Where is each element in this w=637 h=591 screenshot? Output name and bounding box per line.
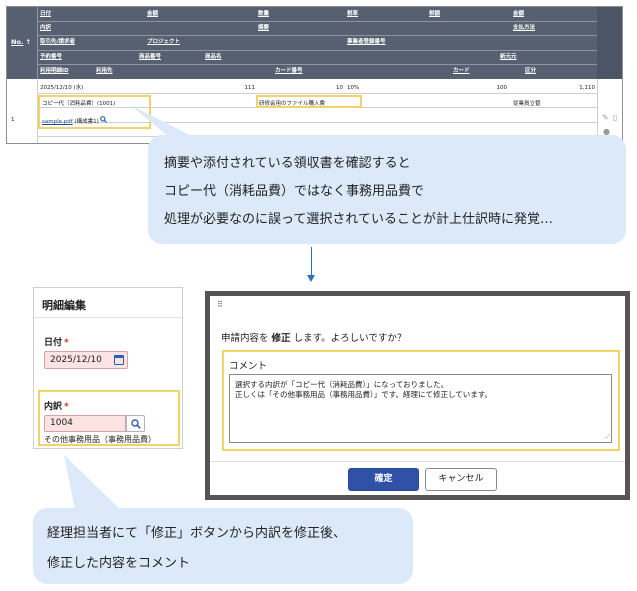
row-payment-method: 従業員立替 bbox=[513, 101, 541, 107]
cancel-button[interactable]: キャンセル bbox=[425, 468, 497, 491]
header-statement-id[interactable]: 利用明細ID bbox=[40, 67, 69, 75]
callout-bottom-tail bbox=[64, 455, 126, 515]
header-unit-price[interactable]: 金額 bbox=[147, 10, 158, 18]
callout-top-line-1: 摘要や添付されている領収書を確認すると bbox=[164, 156, 411, 171]
edit-icon[interactable]: ✎ bbox=[602, 113, 609, 122]
comment-textarea[interactable]: 選択する内訳が「コピー代（消耗品費）」になっておりました。 正しくは「その他事務… bbox=[229, 374, 612, 443]
row-date: 2025/12/10 (水) bbox=[40, 85, 84, 91]
header-reservation-number[interactable]: 予約番号 bbox=[40, 53, 62, 61]
callout-bottom-line-1: 経理担当者にて「修正」ボタンから内訳を修正後、 bbox=[47, 526, 347, 541]
header-tax-rate[interactable]: 税率 bbox=[347, 10, 358, 18]
confirm-message: 申請内容を 修正 します。よろしいですか？ bbox=[221, 333, 407, 344]
comment-line-1: 選択する内訳が「コピー代（消耗品費）」になっておりました。 bbox=[235, 380, 449, 389]
header-amount[interactable]: 金額 bbox=[513, 10, 524, 18]
date-input[interactable]: 2025/12/10 bbox=[44, 351, 128, 369]
description-highlight bbox=[256, 95, 362, 108]
header-vendor[interactable]: 取引先/請求者 bbox=[40, 38, 75, 46]
header-date[interactable]: 日付 bbox=[40, 10, 51, 18]
resize-handle-icon[interactable]: ⟋ bbox=[605, 432, 610, 442]
confirm-button[interactable]: 確定 bbox=[348, 468, 419, 491]
table-header: No. ↑ 日付 金額 数量 税率 税額 金額 内訳 摘要 支払方法 取引先/請… bbox=[7, 7, 597, 79]
header-payment-method[interactable]: 支払方法 bbox=[513, 24, 535, 32]
row-quantity: 10 bbox=[336, 85, 343, 91]
item-field-highlight bbox=[38, 390, 180, 446]
copy-icon[interactable]: ▯ bbox=[613, 113, 617, 122]
header-merchant[interactable]: 利用先 bbox=[96, 67, 113, 75]
flow-arrow-head-icon bbox=[307, 275, 315, 282]
callout-bottom: 経理担当者にて「修正」ボタンから内訳を修正後、 修正した内容をコメント bbox=[33, 508, 413, 584]
row-amount: 1,110 bbox=[579, 85, 595, 91]
callout-bottom-line-2: 修正した内容をコメント bbox=[47, 556, 191, 571]
header-actions-column bbox=[597, 7, 622, 79]
header-card[interactable]: カード bbox=[453, 67, 470, 75]
callout-top-line-2: コピー代（消耗品費）ではなく事務用品費で bbox=[164, 184, 425, 199]
header-description[interactable]: 摘要 bbox=[258, 24, 269, 32]
header-item[interactable]: 内訳 bbox=[40, 24, 51, 32]
flow-arrow-line bbox=[311, 247, 312, 277]
header-category[interactable]: 区分 bbox=[525, 67, 536, 75]
drag-handle-icon[interactable]: ⠿ bbox=[217, 300, 223, 309]
row-unit-price: 111 bbox=[244, 85, 256, 91]
header-card-number[interactable]: カード番号 bbox=[275, 67, 303, 75]
date-label: 日付 * bbox=[44, 338, 69, 348]
header-quantity[interactable]: 数量 bbox=[258, 10, 269, 18]
header-project[interactable]: プロジェクト bbox=[147, 38, 180, 46]
calendar-icon[interactable] bbox=[114, 355, 124, 365]
comment-line-2: 正しくは「その他事務用品（事務用品費）」です。経理にて修正しています。 bbox=[235, 390, 493, 399]
header-product-name[interactable]: 商品名 bbox=[205, 53, 222, 61]
header-no[interactable]: No. ↑ bbox=[11, 38, 31, 46]
expense-detail-table: No. ↑ 日付 金額 数量 税率 税額 金額 内訳 摘要 支払方法 取引先/請… bbox=[6, 6, 623, 144]
row-tax-rate: 10% bbox=[347, 85, 360, 91]
callout-top-line-3: 処理が必要なのに誤って選択されていることが計上仕訳時に発覚… bbox=[164, 212, 553, 227]
confirm-dialog: ⠿ 申請内容を 修正 します。よろしいですか？ コメント 選択する内訳が「コピー… bbox=[205, 291, 630, 500]
callout-top: 摘要や添付されている領収書を確認すると コピー代（消耗品費）ではなく事務用品費で… bbox=[148, 135, 626, 244]
row-number: 1 bbox=[11, 117, 15, 123]
header-registration-number[interactable]: 事業者登録番号 bbox=[347, 38, 386, 46]
comment-highlight: コメント 選択する内訳が「コピー代（消耗品費）」になっておりました。 正しくは「… bbox=[222, 350, 620, 451]
edit-panel-title: 明細編集 bbox=[42, 299, 86, 312]
header-origin[interactable]: 新元元 bbox=[500, 53, 517, 61]
edit-detail-panel: 明細編集 日付 * 2025/12/10 内訳 * 1004 その他事務用品（事務用… bbox=[33, 287, 183, 449]
header-tax-amount[interactable]: 税額 bbox=[429, 10, 440, 18]
comment-label: コメント bbox=[229, 361, 268, 372]
header-product-number[interactable]: 商品番号 bbox=[139, 53, 161, 61]
row-tax-amount: 100 bbox=[496, 85, 508, 91]
